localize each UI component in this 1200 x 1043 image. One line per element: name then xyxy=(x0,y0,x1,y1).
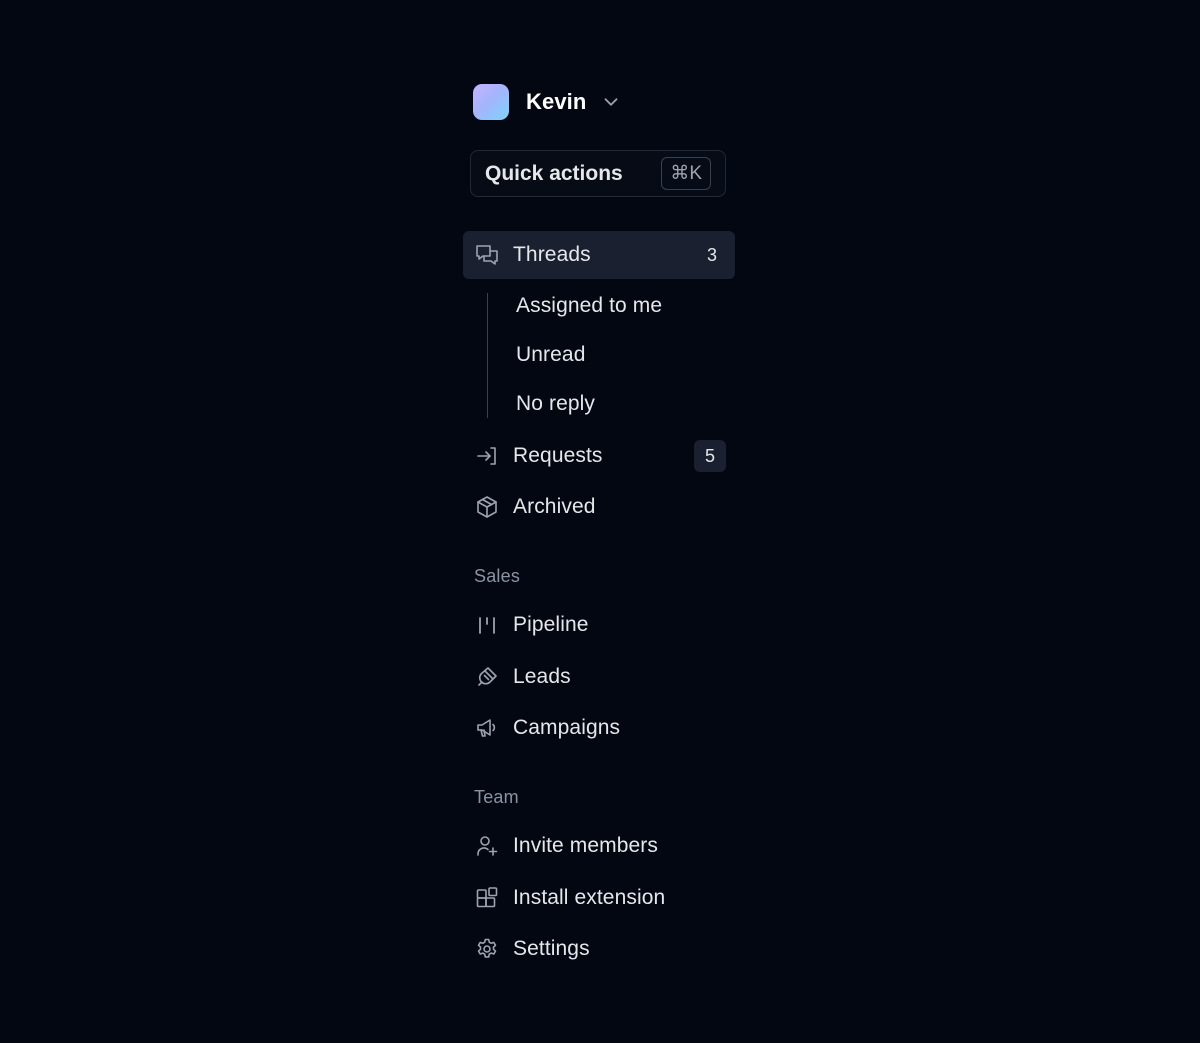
nav-item-install-extension[interactable]: Install extension xyxy=(463,874,735,922)
nav-item-archived[interactable]: Archived xyxy=(463,483,735,531)
chat-bubbles-icon xyxy=(475,243,499,267)
subnav-item-unread[interactable]: Unread xyxy=(503,334,723,376)
gear-icon xyxy=(475,937,499,961)
workspace-avatar xyxy=(473,84,509,120)
workspace-switcher[interactable]: Kevin xyxy=(473,84,622,120)
nav-label-invite-members: Invite members xyxy=(513,834,658,857)
submenu-divider xyxy=(487,293,488,418)
nav-item-campaigns[interactable]: Campaigns xyxy=(463,704,735,752)
quick-actions-button[interactable]: Quick actions ⌘K xyxy=(470,150,726,197)
nav-label-campaigns: Campaigns xyxy=(513,716,621,739)
threads-count: 3 xyxy=(706,244,717,265)
section-title-sales: Sales xyxy=(474,566,521,586)
nav-label-settings: Settings xyxy=(513,937,590,960)
nav-item-leads[interactable]: Leads xyxy=(463,653,735,701)
arrow-into-box-icon xyxy=(475,444,499,468)
nav-item-pipeline[interactable]: Pipeline xyxy=(463,601,735,649)
quick-actions-label: Quick actions xyxy=(485,161,623,185)
cube-icon xyxy=(475,495,499,519)
requests-count-badge: 5 xyxy=(694,440,726,472)
nav-item-settings[interactable]: Settings xyxy=(463,925,735,973)
nav-label-requests: Requests xyxy=(513,444,603,467)
workspace-name: Kevin xyxy=(526,89,587,114)
magnet-icon xyxy=(475,665,499,689)
nav-item-threads[interactable]: Threads 3 xyxy=(463,231,735,279)
keyboard-shortcut-badge: ⌘K xyxy=(661,157,711,190)
chevron-down-icon xyxy=(600,91,622,113)
subnav-label: Unread xyxy=(516,343,586,366)
nav-label-archived: Archived xyxy=(513,495,596,518)
subnav-item-assigned-to-me[interactable]: Assigned to me xyxy=(503,285,723,327)
subnav-label: Assigned to me xyxy=(516,294,663,317)
nav-item-requests[interactable]: Requests 5 xyxy=(463,432,735,480)
pipeline-icon xyxy=(475,613,499,637)
subnav-label: No reply xyxy=(516,392,595,415)
user-plus-icon xyxy=(475,834,499,858)
subnav-item-no-reply[interactable]: No reply xyxy=(503,383,723,425)
nav-label-pipeline: Pipeline xyxy=(513,613,589,636)
section-title-team: Team xyxy=(474,787,519,807)
nav-label-install-extension: Install extension xyxy=(513,886,666,909)
nav-item-invite-members[interactable]: Invite members xyxy=(463,822,735,870)
puzzle-squares-icon xyxy=(475,886,499,910)
megaphone-icon xyxy=(475,716,499,740)
nav-label-threads: Threads xyxy=(513,243,591,266)
nav-label-leads: Leads xyxy=(513,665,571,688)
